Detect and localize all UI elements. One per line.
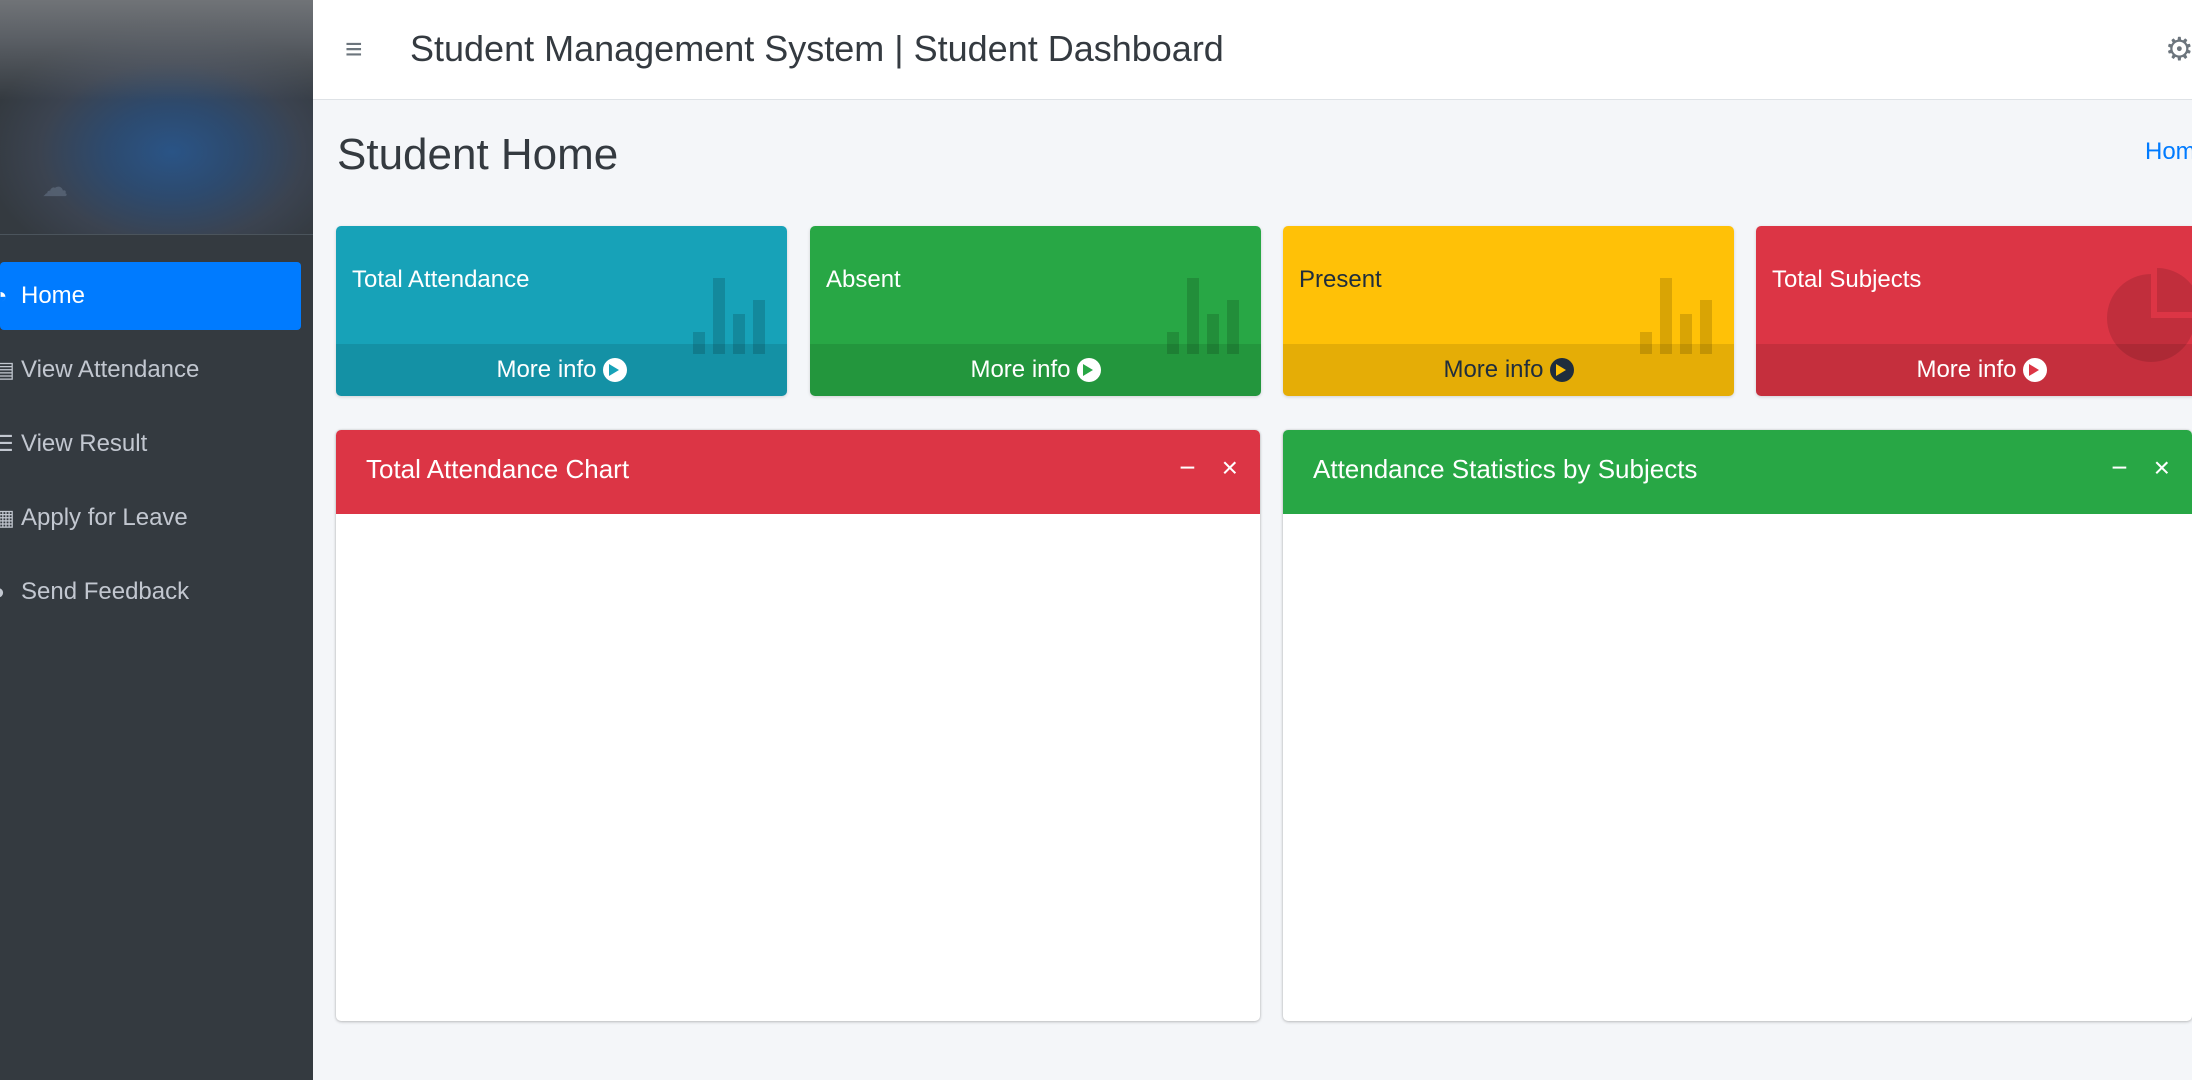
arrow-circle-right-icon	[602, 358, 627, 382]
dashboard-icon: ◔	[0, 283, 8, 308]
card-header: Attendance Statistics by Subjects − ×	[1283, 430, 2192, 514]
sidebar-item-label: View Attendance	[21, 356, 200, 383]
blurred-brand-image	[0, 0, 313, 100]
arrow-circle-right-icon	[1549, 358, 1574, 382]
bar-chart-icon	[1640, 278, 1712, 354]
collapse-minus-icon[interactable]: −	[2111, 450, 2127, 486]
sidebar-item-home[interactable]: ◔ Home	[0, 262, 301, 330]
small-box-label: Total Attendance	[352, 266, 530, 293]
more-info-link[interactable]: More info	[1283, 344, 1734, 396]
small-box-label: Total Subjects	[1772, 266, 1922, 293]
present-box: Present More info	[1283, 226, 1734, 396]
attendance-statistics-card: Attendance Statistics by Subjects − ×	[1283, 430, 2192, 1021]
total-attendance-box: Total Attendance More info	[336, 226, 787, 396]
sidebar-item-view-attendance[interactable]: ▤ View Attendance	[0, 336, 301, 404]
sidebar: ☁ ◔ Home ▤ View Attendance ☰ View Result…	[0, 0, 313, 1080]
top-navbar: ≡ Student Management System | Student Da…	[313, 0, 2192, 100]
bar-chart-icon	[1167, 278, 1239, 354]
more-info-label: More info	[496, 356, 597, 383]
sidebar-item-label: Send Feedback	[21, 578, 190, 605]
sidebar-nav: ◔ Home ▤ View Attendance ☰ View Result ▦…	[0, 262, 313, 632]
user-avatar-icon: ☁	[42, 172, 68, 202]
absent-box: Absent More info	[810, 226, 1261, 396]
sidebar-item-send-feedback[interactable]: ◗ Send Feedback	[0, 558, 301, 626]
bar-chart-icon	[693, 278, 765, 354]
card-header: Total Attendance Chart − ×	[336, 430, 1260, 514]
more-info-link[interactable]: More info	[810, 344, 1261, 396]
more-info-link[interactable]: More info	[336, 344, 787, 396]
sidebar-item-apply-for-leave[interactable]: ▦ Apply for Leave	[0, 484, 301, 552]
chat-icon: ◗	[0, 579, 8, 604]
chart-area	[336, 514, 1260, 1021]
page-title: Student Home	[337, 130, 619, 179]
collapse-minus-icon[interactable]: −	[1179, 450, 1195, 486]
small-box-label: Present	[1299, 266, 1382, 293]
card-title: Total Attendance Chart	[366, 454, 630, 484]
sidebar-item-view-result[interactable]: ☰ View Result	[0, 410, 301, 478]
gear-icon[interactable]: ⚙	[2165, 30, 2192, 68]
hamburger-menu-icon[interactable]: ≡	[345, 30, 371, 70]
breadcrumb-home-link[interactable]: Hom	[2145, 138, 2192, 166]
arrow-circle-right-icon	[1076, 358, 1101, 382]
note-icon: ▦	[0, 505, 15, 530]
more-info-link[interactable]: More info	[1756, 344, 2192, 396]
app-title: Student Management System | Student Dash…	[410, 28, 1224, 69]
sidebar-item-label: Apply for Leave	[21, 504, 188, 531]
total-subjects-box: Total Subjects More info	[1756, 226, 2192, 396]
chart-area	[1283, 514, 2192, 1021]
card-title: Attendance Statistics by Subjects	[1313, 454, 1698, 484]
close-icon[interactable]: ×	[2154, 450, 2170, 486]
card-tools: − ×	[1179, 450, 1238, 486]
more-info-label: More info	[1443, 356, 1544, 383]
sidebar-user-panel: ☁	[0, 0, 313, 235]
sidebar-item-label: View Result	[21, 430, 148, 457]
small-box-label: Absent	[826, 266, 901, 293]
total-attendance-chart-card: Total Attendance Chart − ×	[336, 430, 1260, 1021]
more-info-label: More info	[970, 356, 1071, 383]
calendar-icon: ▤	[0, 357, 15, 382]
arrow-circle-right-icon	[2022, 358, 2047, 382]
more-info-label: More info	[1916, 356, 2017, 383]
list-icon: ☰	[0, 431, 14, 456]
sidebar-item-label: Home	[21, 282, 86, 309]
close-icon[interactable]: ×	[1222, 450, 1238, 486]
card-tools: − ×	[2111, 450, 2170, 486]
